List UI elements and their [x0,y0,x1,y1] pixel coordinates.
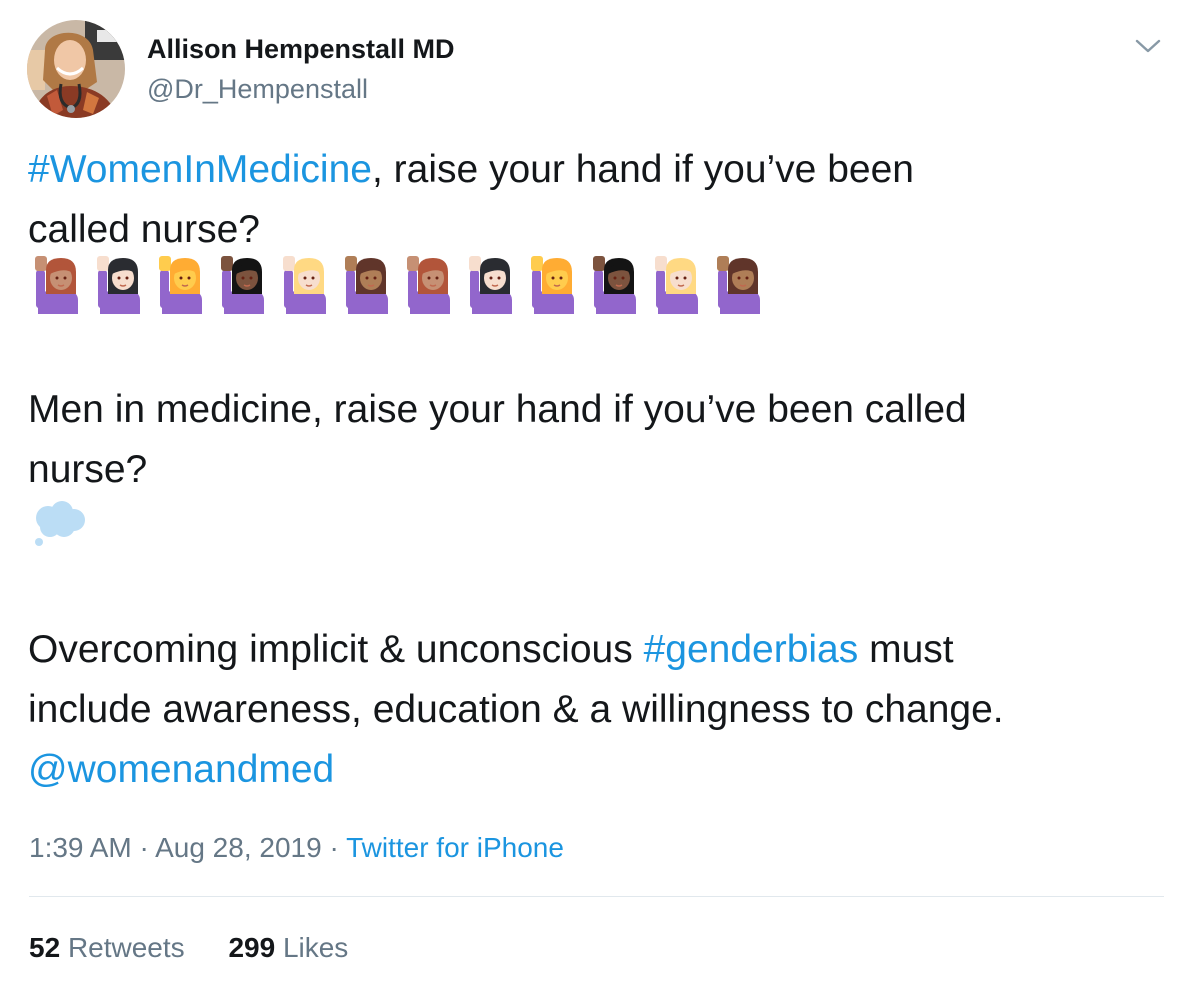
tweet-text-line-6: include awareness, education & a willing… [28,688,1004,731]
author-block: Allison Hempenstall MD @Dr_Hempenstall [147,32,455,106]
tweet-time[interactable]: 1:39 AM [29,832,132,863]
tweet-source-link[interactable]: Twitter for iPhone [346,832,564,863]
woman-raising-hand-icon [97,256,140,314]
tweet-date[interactable]: Aug 28, 2019 [155,832,322,863]
tweet-text-line-2: called nurse? [28,208,260,251]
hashtag-womeninmedicine-link[interactable]: #WomenInMedicine [28,148,372,191]
woman-raising-hand-icon [469,256,512,314]
tweet-meta: 1:39 AM · Aug 28, 2019 · Twitter for iPh… [29,830,564,866]
tweet-text-segment: , raise your hand if you’ve been [371,148,914,191]
tweet-text-line-7: @womenandmed [28,740,334,800]
tweet-text-segment: must [858,628,954,671]
woman-raising-hand-icon [221,256,264,314]
meta-separator: · [321,832,347,863]
woman-raising-hand-icon [407,256,450,314]
woman-raising-hand-icon [655,256,698,314]
tweet-text-line-4: nurse? [28,448,148,491]
tweet-card: Allison Hempenstall MD @Dr_Hempenstall #… [0,0,1194,996]
likes-count: 299 [228,932,276,963]
tweet-stats: 52 Retweets 299 Likes [29,930,384,966]
hashtag-genderbias-link[interactable]: #genderbias [644,628,859,671]
divider [29,896,1164,897]
mention-womenandmed-link[interactable]: @womenandmed [28,748,334,791]
avatar[interactable] [27,20,125,118]
woman-raising-hand-icon [35,256,78,314]
profile-photo-icon [27,20,125,118]
author-display-name[interactable]: Allison Hempenstall MD [147,32,455,66]
author-handle[interactable]: @Dr_Hempenstall [147,72,455,106]
woman-raising-hand-icon [345,256,388,314]
likes-stat[interactable]: 299 Likes [228,932,348,963]
woman-raising-hand-icon [283,256,326,314]
retweets-stat[interactable]: 52 Retweets [29,932,185,963]
woman-raising-hand-icon [717,256,760,314]
woman-raising-hand-icon [531,256,574,314]
tweet-text-line-3: Men in medicine, raise your hand if you’… [28,388,967,431]
woman-raising-hand-icon [593,256,636,314]
tweet-text-line-1: #WomenInMedicine, raise your hand if you… [28,140,914,200]
tweet-text-segment: Overcoming implicit & unconscious [28,628,644,671]
tweet-text-line-5: Overcoming implicit & unconscious #gende… [28,620,954,680]
chevron-down-icon[interactable] [1133,35,1163,57]
likes-label: Likes [282,932,349,963]
meta-separator: · [131,832,156,863]
retweets-label: Retweets [67,932,185,963]
thought-balloon-icon [35,501,85,546]
retweets-count: 52 [29,932,61,963]
woman-raising-hand-icon [159,256,202,314]
